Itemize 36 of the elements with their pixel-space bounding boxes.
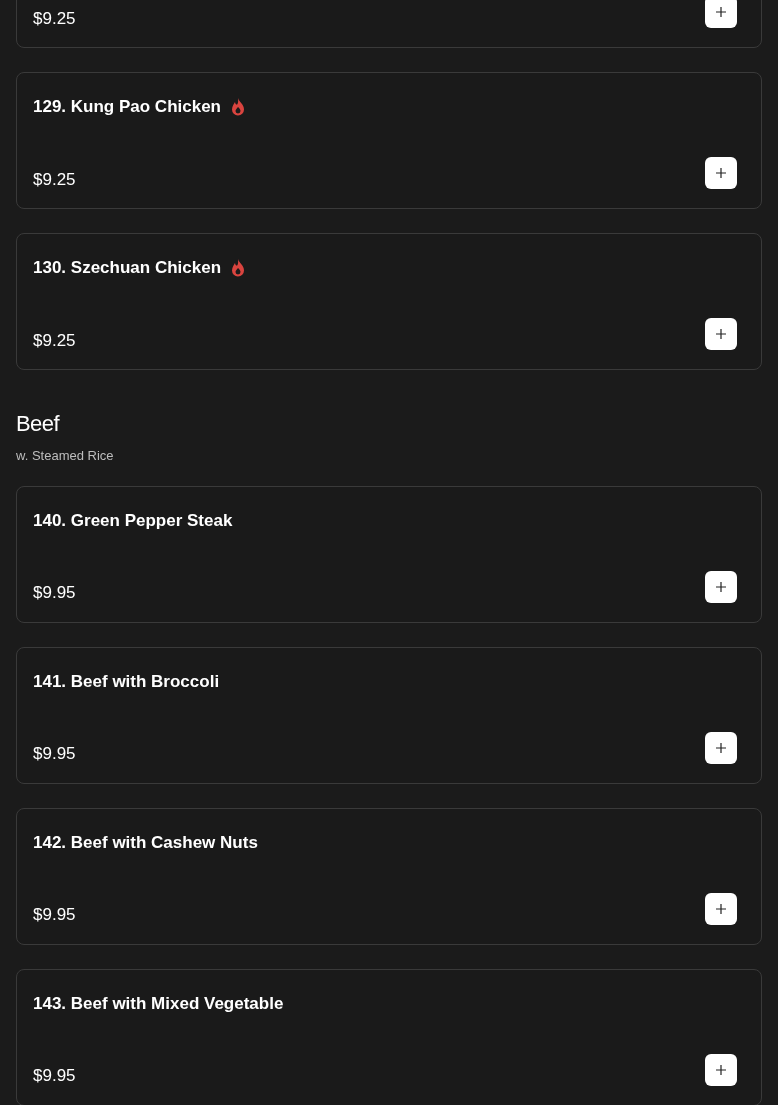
menu-item-card[interactable]: 129. Kung Pao Chicken $9.25 (16, 72, 762, 209)
plus-icon (716, 903, 726, 914)
item-name: 140. Green Pepper Steak (33, 509, 233, 532)
menu-item-card[interactable]: 143. Beef with Mixed Vegetable $9.95 (16, 968, 762, 1105)
menu-item-card[interactable]: 140. Green Pepper Steak $9.95 (16, 485, 762, 623)
item-price: $9.25 (33, 329, 76, 352)
item-name: 142. Beef with Cashew Nuts (33, 831, 258, 854)
menu-item-card[interactable]: 141. Beef with Broccoli $9.95 (16, 646, 762, 784)
plus-icon (716, 168, 726, 179)
item-name: 143. Beef with Mixed Vegetable (33, 992, 284, 1015)
add-button[interactable] (705, 570, 737, 603)
item-price: $9.95 (33, 582, 76, 604)
item-name: 129. Kung Pao Chicken (33, 96, 221, 119)
add-button[interactable] (705, 318, 737, 351)
menu-item-card[interactable]: 130. Szechuan Chicken $9.25 (16, 233, 762, 370)
item-name: 130. Szechuan Chicken (33, 257, 222, 280)
add-button[interactable] (705, 731, 737, 764)
add-button[interactable] (705, 0, 737, 29)
item-name: 141. Beef with Broccoli (33, 670, 220, 693)
section-subtitle: w. Steamed Rice (16, 447, 115, 465)
plus-icon (716, 329, 726, 340)
plus-icon (716, 581, 726, 592)
item-price: $9.25 (33, 7, 76, 30)
plus-icon (716, 1064, 726, 1075)
menu-item-card[interactable]: $9.25 (16, 0, 762, 48)
add-button[interactable] (705, 1053, 737, 1086)
section-title: Beef (16, 410, 61, 438)
add-button[interactable] (705, 892, 737, 925)
item-price: $9.95 (33, 904, 76, 926)
menu-item-card[interactable]: 142. Beef with Cashew Nuts $9.95 (16, 807, 762, 945)
item-price: $9.95 (33, 743, 76, 765)
plus-icon (716, 7, 726, 18)
plus-icon (716, 742, 726, 753)
item-price: $9.95 (33, 1065, 76, 1087)
item-price: $9.25 (33, 168, 76, 191)
add-button[interactable] (705, 157, 737, 190)
